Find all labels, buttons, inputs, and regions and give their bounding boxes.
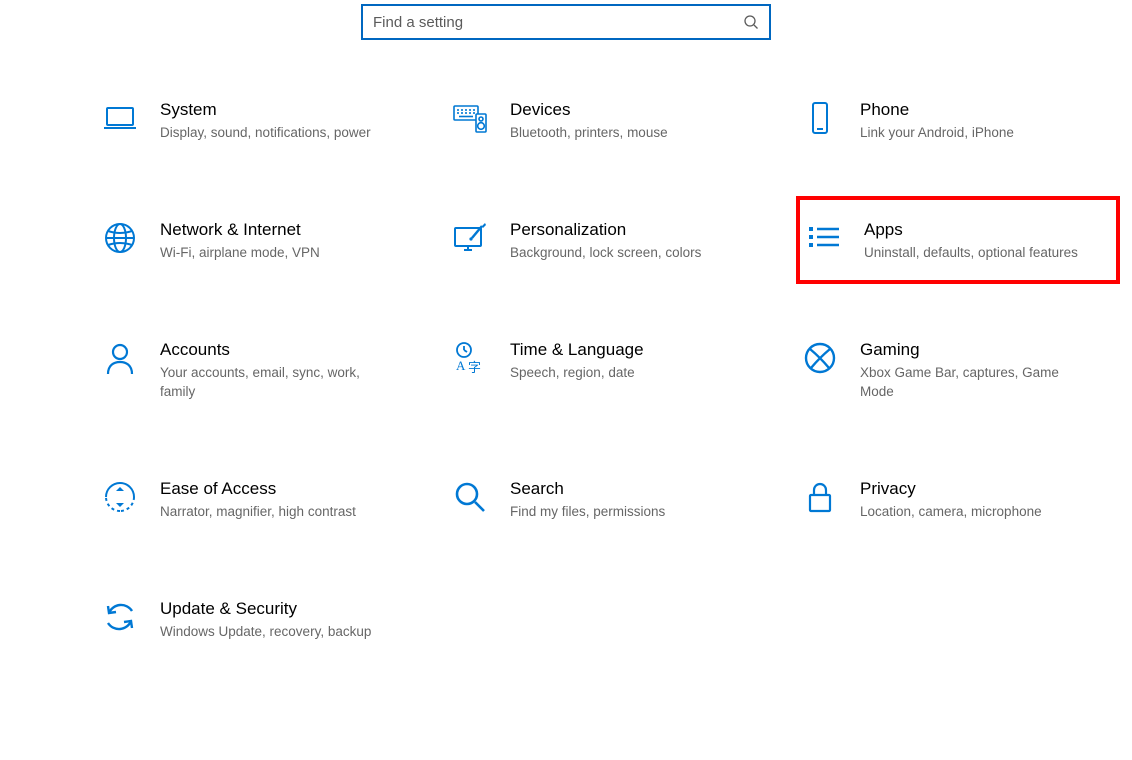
tile-title: Search xyxy=(510,479,665,499)
tile-phone[interactable]: Phone Link your Android, iPhone xyxy=(796,90,1116,150)
settings-grid: System Display, sound, notifications, po… xyxy=(0,90,1132,649)
tile-desc: Wi-Fi, airplane mode, VPN xyxy=(160,244,320,262)
tile-time-language[interactable]: A 字 Time & Language Speech, region, date xyxy=(446,330,766,408)
tile-desc: Windows Update, recovery, backup xyxy=(160,623,371,641)
tile-title: Personalization xyxy=(510,220,701,240)
search-input[interactable] xyxy=(373,14,743,31)
tile-title: Gaming xyxy=(860,340,1080,360)
lock-icon xyxy=(802,479,838,515)
tile-update-security[interactable]: Update & Security Windows Update, recove… xyxy=(96,589,416,649)
search-icon xyxy=(743,14,759,30)
sync-icon xyxy=(102,599,138,635)
tile-search[interactable]: Search Find my files, permissions xyxy=(446,469,766,529)
svg-text:字: 字 xyxy=(468,360,481,375)
tile-apps[interactable]: Apps Uninstall, defaults, optional featu… xyxy=(796,196,1120,284)
tile-title: Privacy xyxy=(860,479,1042,499)
tile-desc: Background, lock screen, colors xyxy=(510,244,701,262)
tile-desc: Narrator, magnifier, high contrast xyxy=(160,503,356,521)
search-box[interactable] xyxy=(361,4,771,40)
time-language-icon: A 字 xyxy=(452,340,488,376)
tile-desc: Display, sound, notifications, power xyxy=(160,124,371,142)
tile-network[interactable]: Network & Internet Wi-Fi, airplane mode,… xyxy=(96,210,416,270)
tile-desc: Xbox Game Bar, captures, Game Mode xyxy=(860,364,1080,400)
svg-text:A: A xyxy=(456,358,466,373)
tile-desc: Your accounts, email, sync, work, family xyxy=(160,364,380,400)
tile-title: Ease of Access xyxy=(160,479,356,499)
tile-desc: Find my files, permissions xyxy=(510,503,665,521)
tile-title: Phone xyxy=(860,100,1014,120)
tile-desc: Link your Android, iPhone xyxy=(860,124,1014,142)
tile-title: Accounts xyxy=(160,340,380,360)
person-icon xyxy=(102,340,138,376)
apps-list-icon xyxy=(806,220,842,256)
tile-desc: Uninstall, defaults, optional features xyxy=(864,244,1078,262)
tile-title: System xyxy=(160,100,371,120)
phone-icon xyxy=(802,100,838,136)
tile-desc: Location, camera, microphone xyxy=(860,503,1042,521)
tile-privacy[interactable]: Privacy Location, camera, microphone xyxy=(796,469,1116,529)
tile-personalization[interactable]: Personalization Background, lock screen,… xyxy=(446,210,766,270)
ease-of-access-icon xyxy=(102,479,138,515)
tile-accounts[interactable]: Accounts Your accounts, email, sync, wor… xyxy=(96,330,416,408)
keyboard-speaker-icon xyxy=(452,100,488,136)
tile-title: Devices xyxy=(510,100,668,120)
tile-title: Network & Internet xyxy=(160,220,320,240)
tile-gaming[interactable]: Gaming Xbox Game Bar, captures, Game Mod… xyxy=(796,330,1116,408)
magnifier-icon xyxy=(452,479,488,515)
tile-ease-of-access[interactable]: Ease of Access Narrator, magnifier, high… xyxy=(96,469,416,529)
paint-monitor-icon xyxy=(452,220,488,256)
tile-desc: Bluetooth, printers, mouse xyxy=(510,124,668,142)
tile-devices[interactable]: Devices Bluetooth, printers, mouse xyxy=(446,90,766,150)
tile-title: Time & Language xyxy=(510,340,644,360)
tile-desc: Speech, region, date xyxy=(510,364,644,382)
laptop-icon xyxy=(102,100,138,136)
tile-title: Apps xyxy=(864,220,1078,240)
globe-icon xyxy=(102,220,138,256)
tile-system[interactable]: System Display, sound, notifications, po… xyxy=(96,90,416,150)
xbox-icon xyxy=(802,340,838,376)
tile-title: Update & Security xyxy=(160,599,371,619)
